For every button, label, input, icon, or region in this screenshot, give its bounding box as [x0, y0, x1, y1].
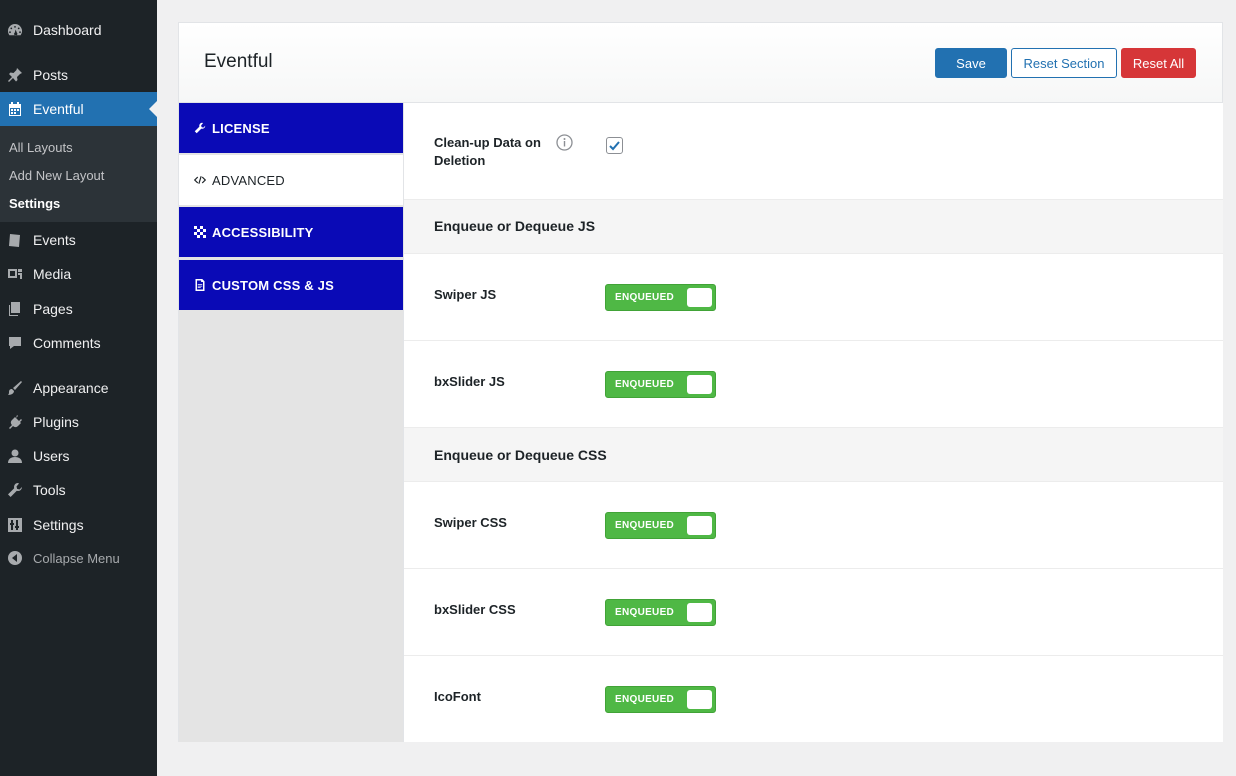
- menu-item-plugins[interactable]: Plugins: [0, 405, 157, 439]
- icofont-toggle[interactable]: ENQUEUED: [605, 686, 716, 713]
- toggle-knob: [687, 603, 712, 622]
- menu-item-pages[interactable]: Pages: [0, 292, 157, 326]
- toggle-state: ENQUEUED: [615, 379, 675, 390]
- toggle-knob: [687, 288, 712, 307]
- bxslider-css-field: bxSlider CSS ENQUEUED: [404, 569, 1223, 656]
- tab-label-license: LICENSE: [212, 120, 270, 136]
- toggle-knob: [687, 375, 712, 394]
- toggle-knob: [687, 516, 712, 535]
- menu-label-comments: Comments: [33, 335, 101, 351]
- css-heading-text: Enqueue or Dequeue CSS: [434, 447, 607, 463]
- toggle-state: ENQUEUED: [615, 520, 675, 531]
- js-heading-text: Enqueue or Dequeue JS: [434, 218, 596, 234]
- save-button[interactable]: Save: [935, 48, 1007, 78]
- bxslider-js-toggle[interactable]: ENQUEUED: [605, 371, 716, 398]
- media-icon: [7, 266, 23, 282]
- menu-item-users[interactable]: Users: [0, 439, 157, 473]
- swiper-css-toggle[interactable]: ENQUEUED: [605, 512, 716, 539]
- panel-title: Eventful: [204, 51, 273, 72]
- wrench-icon: [7, 482, 23, 498]
- swiper-css-field: Swiper CSS ENQUEUED: [404, 482, 1223, 569]
- sliders-icon: [7, 517, 23, 533]
- settings-panel: Eventful Save Reset Section Reset All LI…: [178, 22, 1223, 742]
- swiper-js-label: Swiper JS: [434, 287, 497, 302]
- swiper-css-label: Swiper CSS: [434, 515, 507, 530]
- user-icon: [7, 448, 23, 464]
- menu-label-tools: Tools: [33, 482, 66, 498]
- menu-label-events: Events: [33, 232, 76, 248]
- bxslider-css-toggle[interactable]: ENQUEUED: [605, 599, 716, 626]
- menu-label-eventful: Eventful: [33, 101, 84, 117]
- icofont-label: IcoFont: [434, 689, 481, 704]
- menu-item-events[interactable]: Events: [0, 223, 157, 257]
- submenu-add-new-layout[interactable]: Add New Layout: [9, 168, 104, 183]
- reset-section-button[interactable]: Reset Section: [1011, 48, 1117, 78]
- toggle-state: ENQUEUED: [615, 607, 675, 618]
- collapse-menu-button[interactable]: Collapse Menu: [0, 541, 157, 575]
- css-section-heading: Enqueue or Dequeue CSS: [404, 428, 1223, 482]
- menu-item-posts[interactable]: Posts: [0, 58, 157, 92]
- info-icon[interactable]: [556, 134, 573, 151]
- cleanup-label: Clean-up Data on Deletion: [434, 135, 541, 168]
- toggle-state: ENQUEUED: [615, 292, 675, 303]
- file-code-icon: [194, 279, 206, 291]
- tab-label-accessibility: ACCESSIBILITY: [212, 224, 314, 240]
- menu-label-pages: Pages: [33, 301, 73, 317]
- calendar-icon: [7, 101, 23, 117]
- menu-item-settings[interactable]: Settings: [0, 508, 157, 542]
- menu-label-posts: Posts: [33, 67, 69, 83]
- swiper-js-toggle[interactable]: ENQUEUED: [605, 284, 716, 311]
- tab-license[interactable]: LICENSE: [179, 103, 403, 154]
- menu-label-dashboard: Dashboard: [33, 22, 102, 38]
- dashboard-icon: [7, 22, 23, 38]
- tab-custom-css-js[interactable]: CUSTOM CSS & JS: [179, 260, 403, 311]
- settings-tabs: LICENSE ADVANCED ACCESSIBILITY CUSTOM CS…: [179, 103, 403, 742]
- bxslider-js-field: bxSlider JS ENQUEUED: [404, 341, 1223, 428]
- bxslider-css-label: bxSlider CSS: [434, 602, 516, 617]
- plug-icon: [7, 414, 23, 430]
- collapse-icon: [7, 550, 23, 566]
- cleanup-checkbox[interactable]: [606, 137, 623, 154]
- menu-item-dashboard[interactable]: Dashboard: [0, 13, 157, 47]
- tab-label-custom-css-js: CUSTOM CSS & JS: [212, 277, 334, 293]
- bxslider-js-label: bxSlider JS: [434, 374, 505, 389]
- submenu-all-layouts[interactable]: All Layouts: [9, 140, 73, 155]
- menu-item-comments[interactable]: Comments: [0, 326, 157, 360]
- toggle-knob: [687, 690, 712, 709]
- checker-icon: [194, 226, 206, 238]
- menu-item-tools[interactable]: Tools: [0, 473, 157, 507]
- pin-icon: [7, 67, 23, 83]
- menu-item-appearance[interactable]: Appearance: [0, 371, 157, 405]
- menu-item-media[interactable]: Media: [0, 257, 157, 291]
- icofont-field: IcoFont ENQUEUED: [404, 656, 1223, 742]
- advanced-settings-content: Clean-up Data on Deletion Enqueue or Deq…: [403, 103, 1223, 742]
- wrench-icon: [194, 122, 206, 134]
- tab-accessibility[interactable]: ACCESSIBILITY: [179, 207, 403, 258]
- admin-sidebar: Dashboard Posts Eventful All Layouts Add…: [0, 0, 157, 776]
- menu-label-settings: Settings: [33, 517, 84, 533]
- events-icon: [7, 232, 23, 248]
- menu-label-appearance: Appearance: [33, 380, 109, 396]
- menu-label-users: Users: [33, 448, 70, 464]
- checkmark-icon: [609, 141, 620, 151]
- comment-icon: [7, 335, 23, 351]
- cleanup-field: Clean-up Data on Deletion: [404, 103, 1223, 200]
- submenu-settings[interactable]: Settings: [9, 196, 60, 211]
- menu-item-eventful[interactable]: Eventful: [0, 92, 157, 126]
- menu-label-media: Media: [33, 266, 72, 282]
- pages-icon: [7, 301, 23, 317]
- reset-all-button[interactable]: Reset All: [1121, 48, 1196, 78]
- brush-icon: [7, 380, 23, 396]
- eventful-submenu: All Layouts Add New Layout Settings: [0, 126, 157, 222]
- toggle-state: ENQUEUED: [615, 694, 675, 705]
- swiper-js-field: Swiper JS ENQUEUED: [404, 254, 1223, 341]
- collapse-menu-label: Collapse Menu: [33, 550, 120, 566]
- tab-label-advanced: ADVANCED: [212, 172, 285, 188]
- code-icon: [194, 174, 206, 186]
- js-section-heading: Enqueue or Dequeue JS: [404, 200, 1223, 254]
- tab-advanced[interactable]: ADVANCED: [179, 155, 403, 206]
- panel-header: Eventful Save Reset Section Reset All: [179, 23, 1222, 103]
- menu-label-plugins: Plugins: [33, 414, 79, 430]
